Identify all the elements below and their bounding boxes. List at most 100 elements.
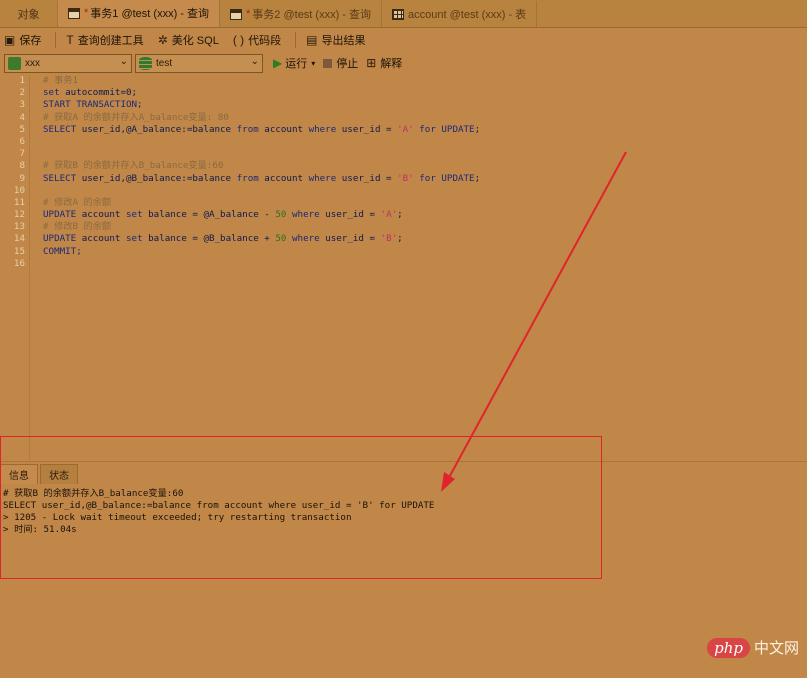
code-token: where: [292, 233, 320, 245]
stop-button[interactable]: 停止: [323, 55, 358, 71]
line-number-gutter: 1 2 3 4 5 6 7 8 9 10 11 12 13 14 15 16: [0, 75, 30, 460]
code-token: for UPDATE: [419, 123, 475, 135]
line-number: 10: [13, 184, 25, 196]
line-number: 2: [19, 87, 25, 99]
code-token: # 获取B 的余额并存入B_balance变量:60: [43, 160, 224, 172]
export-results-button[interactable]: ▤ 导出结果: [306, 32, 365, 48]
code-token: set: [43, 87, 60, 99]
query-icon: [230, 8, 243, 20]
code-token: COMMIT;: [43, 245, 82, 257]
code-token: ;: [474, 172, 481, 184]
code-token: user_id =: [336, 172, 398, 184]
query-builder-button[interactable]: T 查询创建工具: [66, 32, 143, 48]
code-line: UPDATE account set balance = @A_balance …: [43, 209, 480, 221]
chevron-down-icon: ⌄: [119, 55, 128, 67]
code-line: START TRANSACTION;: [43, 99, 480, 111]
line-number: 5: [19, 123, 25, 135]
code-line: # 获取B 的余额并存入B_balance变量:60: [43, 160, 480, 172]
tab-query-2[interactable]: * 事务2 @test (xxx) - 查询: [220, 1, 383, 27]
code-token: user_id,@B_balance:=balance: [76, 172, 237, 184]
code-token: user_id =: [336, 123, 398, 135]
annotation-highlight-box: [0, 436, 602, 579]
connection-icon: [8, 56, 21, 70]
watermark-logo: php 中文网: [707, 637, 799, 658]
export-icon: ▤: [306, 33, 318, 47]
code-snippet-button[interactable]: ( ) 代码段: [233, 32, 281, 48]
code-token: where: [308, 172, 337, 184]
save-button[interactable]: ▣ 保存: [4, 32, 41, 48]
code-line: set autocommit=0;: [43, 87, 480, 99]
toolbar-separator: [55, 32, 57, 48]
dropdown-arrow-icon: ▾: [311, 58, 316, 68]
line-number: 3: [19, 99, 25, 111]
query-toolbar: ▣ 保存 T 查询创建工具 ✲ 美化 SQL ( ) 代码段 ▤ 导出结果: [0, 29, 807, 51]
snippet-icon: ( ): [232, 33, 245, 47]
line-number: 8: [19, 160, 25, 172]
code-token: 'B': [380, 233, 398, 245]
code-token: where: [308, 123, 337, 135]
code-token: from: [236, 123, 259, 135]
watermark-text: 中文网: [753, 640, 799, 657]
code-token: account: [258, 172, 309, 184]
code-token: START TRANSACTION;: [43, 99, 143, 111]
explain-icon: ⊞: [366, 56, 377, 70]
code-token: account: [258, 123, 309, 135]
line-number: 13: [13, 221, 25, 233]
tab-objects[interactable]: 对象: [0, 1, 58, 27]
code-token: # 修改A 的余额: [43, 196, 112, 208]
code-token: from: [236, 172, 259, 184]
code-line: # 修改A 的余额: [43, 197, 480, 209]
code-token: user_id,@A_balance:=balance: [76, 123, 237, 135]
code-line: UPDATE account set balance = @B_balance …: [43, 233, 480, 245]
explain-button[interactable]: ⊞ 解释: [366, 55, 402, 71]
code-token: SELECT: [43, 123, 77, 135]
magic-wand-icon: ✲: [157, 33, 168, 47]
code-token: ;: [397, 233, 403, 245]
code-token: ;: [474, 123, 481, 135]
query-icon: [68, 7, 80, 19]
line-number: 1: [19, 75, 25, 86]
code-area[interactable]: # 事务1 set autocommit=0; START TRANSACTION;…: [43, 75, 480, 270]
line-number: 6: [19, 135, 25, 147]
play-icon: ▶: [273, 56, 283, 70]
tab-query-1[interactable]: * 事务1 @test (xxx) - 查询: [58, 0, 221, 27]
database-select[interactable]: test ⌄: [135, 53, 263, 73]
run-button[interactable]: ▶ 运行 ▾: [273, 55, 315, 71]
line-number: 9: [19, 172, 25, 184]
code-token: UPDATE: [43, 233, 77, 245]
line-number: 11: [13, 196, 25, 208]
sql-editor[interactable]: 1 2 3 4 5 6 7 8 9 10 11 12 13 14 15 16 # 事务1 set autocom…: [0, 75, 807, 460]
code-token: # 获取A 的余额并存入A_balance变量: 80: [43, 111, 229, 123]
code-token: account: [76, 233, 126, 245]
code-token: 50: [275, 233, 287, 245]
code-line: # 事务1: [43, 75, 480, 87]
code-token: SELECT: [43, 172, 77, 184]
code-token: 'A': [380, 209, 398, 221]
code-token: user_id =: [319, 209, 381, 221]
beautify-sql-button[interactable]: ✲ 美化 SQL: [158, 32, 219, 48]
code-token: 'B': [397, 172, 414, 184]
code-line: SELECT user_id,@B_balance:=balance from …: [43, 173, 480, 185]
builder-icon: T: [66, 33, 74, 47]
code-token: balance = @A_balance -: [142, 209, 276, 221]
code-line: SELECT user_id,@A_balance:=balance from …: [43, 124, 480, 136]
code-token: balance = @B_balance +: [142, 233, 276, 245]
code-token: for UPDATE: [419, 172, 475, 184]
line-number: 12: [13, 209, 25, 221]
line-number: 4: [19, 111, 25, 123]
toolbar-separator: [295, 32, 297, 48]
code-token: # 修改B 的余额: [43, 221, 112, 233]
save-icon: ▣: [4, 33, 16, 47]
tab-account-table[interactable]: account @test (xxx) - 表: [382, 1, 538, 27]
code-token: user_id =: [319, 233, 381, 245]
chevron-down-icon: ⌄: [250, 55, 259, 67]
line-number: 15: [13, 245, 25, 257]
table-icon: [392, 8, 405, 20]
code-token: set: [126, 209, 143, 221]
connection-select[interactable]: xxx ⌄: [4, 53, 132, 73]
line-number: 16: [13, 257, 25, 269]
connection-toolbar: xxx ⌄ test ⌄ ▶ 运行 ▾ 停止 ⊞ 解释: [0, 52, 807, 74]
